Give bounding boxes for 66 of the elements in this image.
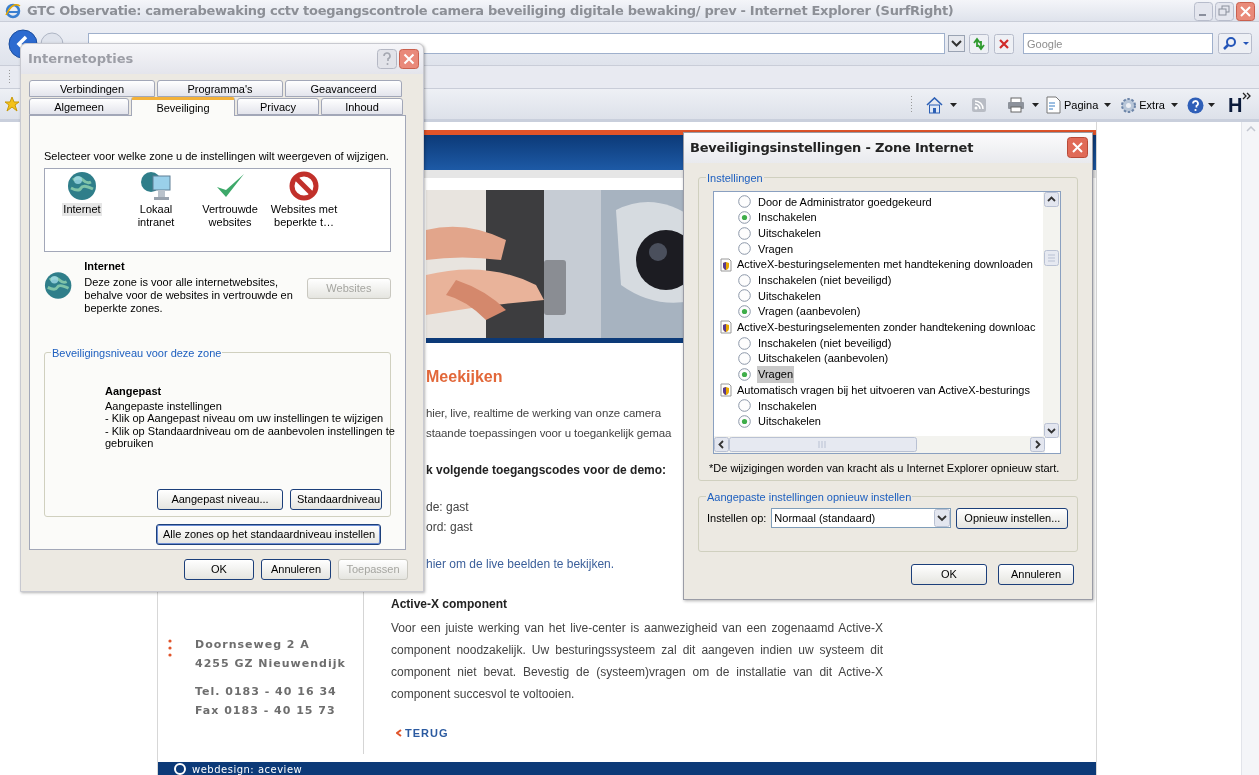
back-link[interactable]: TERUG [396, 725, 449, 742]
access-code: ord: gast [426, 519, 473, 536]
access-code: de: gast [426, 499, 469, 516]
field-label: Instellen op: [707, 510, 767, 526]
dialog-button[interactable]: OK [184, 559, 254, 580]
default-level-button[interactable]: Standaardniveau [290, 489, 382, 510]
option-label[interactable]: Uitschakelen [757, 287, 822, 305]
dialog-button[interactable]: OK [911, 564, 987, 585]
page-heading: Meekijken [426, 367, 503, 387]
tab[interactable]: Beveiliging [131, 97, 235, 116]
option-label[interactable]: Inschakelen (niet beveiligd) [757, 334, 893, 352]
level-description: - Klik op Standaardniveau om de aanbevolen instellingen te gebruiken [105, 424, 395, 450]
option-label[interactable]: Vragen [757, 366, 795, 383]
option-label[interactable]: Inschakelen [757, 209, 818, 226]
footer-credit: webdesign: aceview [192, 762, 303, 775]
address-line: Doornseweg 2 A [195, 637, 311, 653]
search-field[interactable]: Google [1023, 33, 1213, 54]
addon-button[interactable]: H [1227, 95, 1243, 115]
restart-note: *De wijzigingen worden van kracht als u Internet Explorer opnieuw start. [709, 461, 1061, 476]
tab[interactable]: Verbindingen [29, 80, 155, 97]
codes-heading: k volgende toegangscodes voor de demo: [426, 462, 667, 479]
setting-name: ActiveX-besturingselementen zonder handtekening downloac [737, 320, 1036, 336]
tab[interactable]: Programma's [157, 80, 283, 97]
tab[interactable]: Algemeen [29, 98, 129, 115]
level-description: Aangepaste instellingen [105, 399, 223, 412]
option-label[interactable]: Uitschakelen [757, 413, 822, 430]
zone-name: Internet [84, 258, 126, 274]
phone-line: Tel. 0183 - 40 16 34 [195, 684, 338, 700]
option-label[interactable]: Inschakelen (niet beveiligd) [757, 272, 893, 289]
level-description: - Klik op Aangepast niveau om uw instellingen te wijzigen [105, 412, 385, 425]
option-label[interactable]: Uitschakelen (aanbevolen) [757, 350, 890, 367]
page-menu[interactable]: Pagina [1046, 96, 1099, 114]
zone-item[interactable]: Vertrouwde websites [193, 170, 267, 229]
section-heading: Active-X component [391, 596, 507, 613]
custom-level-button[interactable]: Aangepast niveau... [157, 489, 283, 510]
option-label[interactable]: Vragen (aanbevolen) [757, 303, 862, 320]
window-title: GTC Observatie: camerabewaking cctv toegangscontrole camera beveiliging digitale bewaking/ prev - Internet Explorer (SurfRight) [27, 1, 954, 20]
address-line: 4255 GZ Nieuwendijk [195, 656, 346, 672]
level-name: Aangepast [105, 384, 163, 399]
dialog-button[interactable]: Annuleren [998, 564, 1074, 585]
zone-description: Deze zone is voor alle internetwebsites, behalve voor de websites in vertrouwde en beperkte zones. [84, 276, 294, 315]
reset-all-button[interactable]: Alle zones op het standaardniveau instellen [156, 524, 381, 545]
tab[interactable]: Privacy [237, 98, 319, 115]
option-label[interactable]: Uitschakelen [757, 224, 822, 242]
tab[interactable]: Inhoud [321, 98, 403, 115]
setting-name: ActiveX-besturingselementen met handtekening downloaden [737, 257, 1033, 273]
dialog-button[interactable]: Annuleren [261, 559, 331, 580]
tools-menu[interactable]: Extra [1120, 96, 1165, 114]
option-label[interactable]: Vragen [757, 240, 795, 258]
dialog-title: Internetopties [28, 50, 134, 69]
intro-text: staande toepassingen voor u toegankelijk gemaa [426, 426, 672, 441]
zone-item[interactable]: Lokaal intranet [119, 170, 193, 229]
dialog-title: Beveiligingsinstellingen - Zone Internet [690, 139, 974, 158]
zone-prompt: Selecteer voor welke zone u de instellingen wilt weergeven of wijzigen. [44, 149, 390, 164]
reset-button[interactable]: Opnieuw instellen... [956, 507, 1069, 529]
zone-item[interactable]: Internet [45, 170, 119, 216]
phone-line: Fax 0183 - 40 15 73 [195, 703, 337, 719]
option-label[interactable]: Inschakelen [757, 397, 818, 415]
activex-text: Voor een juiste werking van het live-center is aanwezigheid van een zogenaamd Active-X component noodzakelijk. Uw besturingssysteem zal dit aangeven indien uw systeem dit component niet bevat. Bevestig de (systeem)vragen om de installatie van dit Active-X component succesvol te voltooien. [391, 620, 883, 703]
setting-name: Automatisch vragen bij het uitvoeren van ActiveX-besturings [737, 382, 1030, 398]
option-label[interactable]: Door de Administrator goedgekeurd [757, 193, 933, 211]
tab[interactable]: Geavanceerd [285, 80, 402, 97]
zone-item[interactable]: Websites met beperkte t… [267, 170, 341, 229]
level-select[interactable]: Normaal (standaard) [771, 508, 952, 528]
live-link[interactable]: hier om de live beelden te bekijken. [426, 555, 615, 573]
intro-text: hier, live, realtime de werking van onze camera [426, 406, 661, 421]
